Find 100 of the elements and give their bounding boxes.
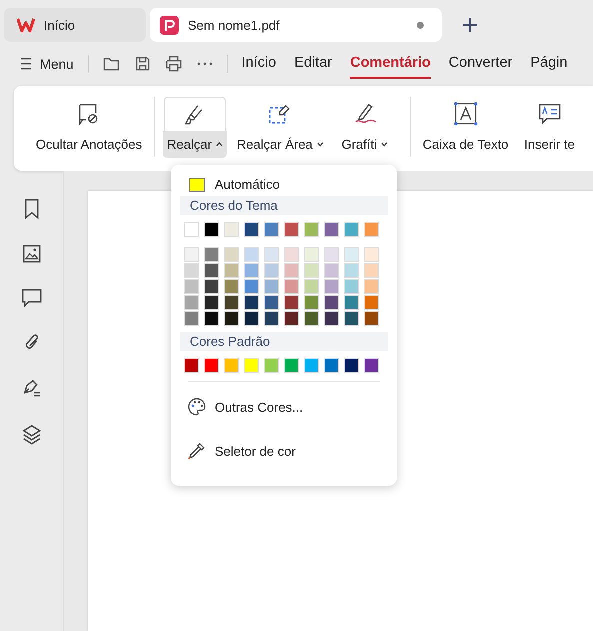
color-swatch[interactable] [264,247,279,262]
menu-item[interactable]: Outras Cores... [180,390,388,424]
print-icon[interactable] [164,56,183,72]
ribbon-button[interactable]: Caixa de Texto [418,131,513,158]
color-swatch[interactable] [204,222,219,237]
color-swatch[interactable] [244,295,259,310]
color-swatch[interactable] [184,279,199,294]
color-swatch[interactable] [364,263,379,278]
color-swatch[interactable] [284,358,299,373]
color-swatch[interactable] [204,279,219,294]
color-swatch[interactable] [244,222,259,237]
pen-lines-icon[interactable] [22,379,42,399]
ribbon-tab[interactable]: Págin [530,49,568,79]
app-logo-icon [17,17,35,33]
automatic-color-option[interactable]: Automático [180,177,388,196]
color-swatch[interactable] [224,222,239,237]
color-swatch[interactable] [364,222,379,237]
ribbon-button[interactable]: Ocultar Anotações [32,131,146,158]
color-swatch[interactable] [264,279,279,294]
color-swatch[interactable] [324,295,339,310]
color-swatch[interactable] [324,247,339,262]
color-swatch[interactable] [244,311,259,326]
color-swatch[interactable] [204,263,219,278]
color-swatch[interactable] [324,358,339,373]
color-swatch[interactable] [264,358,279,373]
color-swatch[interactable] [304,295,319,310]
color-swatch[interactable] [204,311,219,326]
color-swatch[interactable] [284,263,299,278]
ribbon-button[interactable]: Realçar [163,131,228,158]
color-swatch[interactable] [364,358,379,373]
color-swatch[interactable] [204,247,219,262]
ribbon-tab[interactable]: Converter [448,49,513,79]
document-tab[interactable]: Início [4,8,146,42]
more-icon[interactable] [196,62,213,66]
color-swatch[interactable] [264,295,279,310]
color-swatch[interactable] [184,222,199,237]
color-swatch[interactable] [364,311,379,326]
comment-icon[interactable] [22,289,42,307]
color-swatch[interactable] [304,311,319,326]
pdf-file-icon [160,16,179,34]
new-tab-plus-icon[interactable] [462,17,478,33]
ribbon-tab[interactable]: Editar [294,49,332,79]
color-swatch[interactable] [224,247,239,262]
color-swatch[interactable] [344,279,359,294]
color-swatch[interactable] [184,295,199,310]
color-swatch[interactable] [284,279,299,294]
color-swatch[interactable] [184,263,199,278]
color-swatch[interactable] [304,222,319,237]
color-swatch[interactable] [344,311,359,326]
color-swatch[interactable] [344,295,359,310]
color-swatch[interactable] [304,263,319,278]
ribbon-tab[interactable]: Início [242,49,276,79]
color-swatch[interactable] [224,263,239,278]
color-swatch[interactable] [304,279,319,294]
color-swatch[interactable] [184,311,199,326]
color-swatch[interactable] [264,311,279,326]
color-swatch[interactable] [284,295,299,310]
color-swatch[interactable] [264,222,279,237]
menu-item[interactable]: Seletor de cor [180,434,388,468]
color-swatch[interactable] [224,279,239,294]
color-swatch[interactable] [364,279,379,294]
color-swatch[interactable] [344,222,359,237]
folder-icon[interactable] [102,56,121,72]
caret-icon [381,142,388,147]
image-icon[interactable] [22,245,40,263]
document-tab[interactable]: Sem nome1.pdf [150,8,442,42]
layers-icon[interactable] [22,425,42,445]
color-swatch[interactable] [224,311,239,326]
color-swatch[interactable] [184,247,199,262]
color-swatch[interactable] [244,279,259,294]
color-swatch[interactable] [184,358,199,373]
menu-button[interactable]: Menu [20,56,74,72]
color-swatch[interactable] [204,295,219,310]
color-swatch[interactable] [364,295,379,310]
color-swatch[interactable] [324,311,339,326]
color-swatch[interactable] [224,295,239,310]
color-swatch[interactable] [324,222,339,237]
color-swatch[interactable] [244,358,259,373]
ribbon-button[interactable]: Inserir te [520,131,579,158]
color-swatch[interactable] [284,247,299,262]
ribbon-tab[interactable]: Comentário [350,49,431,79]
color-swatch[interactable] [324,263,339,278]
save-icon[interactable] [134,56,151,72]
color-swatch[interactable] [344,247,359,262]
bookmark-icon[interactable] [24,199,40,219]
color-swatch[interactable] [344,358,359,373]
color-swatch[interactable] [244,263,259,278]
color-swatch[interactable] [224,358,239,373]
color-swatch[interactable] [304,358,319,373]
ribbon-button[interactable]: Realçar Área [233,131,328,158]
color-swatch[interactable] [264,263,279,278]
color-swatch[interactable] [284,311,299,326]
color-swatch[interactable] [344,263,359,278]
color-swatch[interactable] [244,247,259,262]
color-swatch[interactable] [324,279,339,294]
color-swatch[interactable] [284,222,299,237]
color-swatch[interactable] [364,247,379,262]
color-swatch[interactable] [204,358,219,373]
ribbon-button[interactable]: Grafíti [338,131,392,158]
color-swatch[interactable] [304,247,319,262]
